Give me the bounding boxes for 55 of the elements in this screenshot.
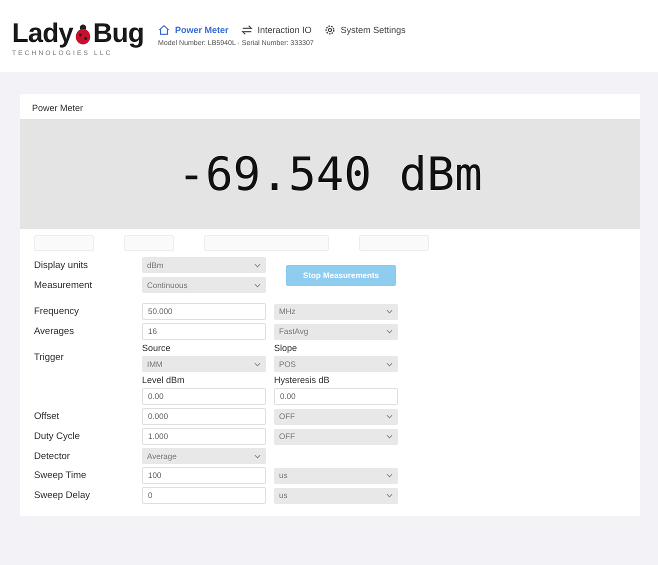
input-field[interactable]: 0.00	[274, 388, 398, 405]
chevron-icon	[386, 493, 393, 498]
swap-arrows-icon	[240, 24, 253, 36]
field-label: Detector	[34, 450, 71, 462]
input-field[interactable]: 0	[142, 487, 266, 504]
ladybug-icon	[74, 23, 92, 45]
select-field[interactable]: Continuous	[142, 277, 266, 293]
input-field[interactable]: 100	[142, 467, 266, 484]
field-label: Source	[142, 343, 172, 353]
field-label: Duty Cycle	[34, 431, 81, 442]
chevron-icon	[386, 309, 393, 314]
logo-text: Lady	[12, 20, 74, 47]
field-label: Offset	[34, 411, 60, 422]
chevron-icon	[386, 434, 393, 439]
chevron-icon	[386, 414, 393, 419]
chevron-icon	[254, 454, 261, 458]
select-field[interactable]: us	[274, 488, 398, 504]
nav-tab[interactable]: Interaction IO	[240, 24, 312, 36]
chevron-icon	[386, 329, 393, 334]
field-label: Slope	[274, 343, 298, 353]
settings-icon	[324, 24, 336, 36]
select-field[interactable]: IMM	[142, 356, 266, 372]
select-field[interactable]: OFF	[274, 428, 398, 444]
power-reading: -69.540 dBm	[20, 119, 640, 229]
field-label: Frequency	[34, 306, 80, 317]
field-label: Display units	[34, 260, 89, 270]
logo-text: Bug	[93, 20, 144, 47]
field-label: Hysteresis dB	[274, 375, 331, 385]
field-label: Sweep Time	[34, 470, 88, 481]
chevron-icon	[386, 362, 393, 366]
home-icon	[158, 24, 170, 36]
field-label: Level dBm	[142, 375, 186, 385]
chevron-icon	[254, 282, 261, 288]
input-field[interactable]: 16	[142, 323, 266, 340]
select-field[interactable]: FastAvg	[274, 324, 398, 340]
chevron-icon	[254, 362, 261, 366]
field-label: Sweep Delay	[34, 490, 91, 501]
select-field[interactable]: us	[274, 468, 398, 484]
chevron-icon	[386, 473, 393, 478]
input-field[interactable]: 50.000	[142, 303, 266, 320]
field-label: Measurement	[34, 280, 94, 290]
select-field[interactable]: OFF	[274, 408, 398, 424]
input-field[interactable]: 0.00	[142, 388, 266, 405]
chevron-icon	[254, 262, 261, 268]
select-field[interactable]: dBm	[142, 257, 266, 273]
nav-tab[interactable]: System Settings	[324, 24, 406, 36]
nav-tab[interactable]: Power Meter	[158, 24, 229, 36]
input-field[interactable]: 0.000	[142, 408, 266, 425]
panel-title: Power Meter	[31, 102, 84, 115]
field-label: Averages	[34, 326, 75, 337]
field-label: Trigger	[34, 352, 65, 363]
select-field[interactable]: POS	[274, 356, 398, 372]
select-field[interactable]: Average	[142, 448, 266, 464]
input-field[interactable]: 1.000	[142, 428, 266, 445]
select-field[interactable]: MHz	[274, 304, 398, 320]
